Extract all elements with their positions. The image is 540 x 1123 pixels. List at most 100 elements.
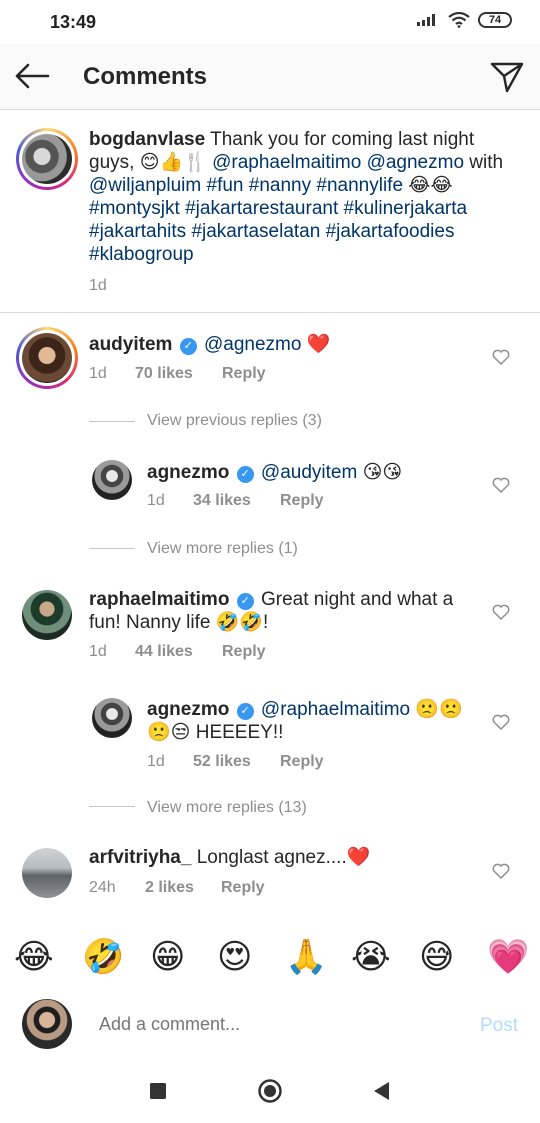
emoji-pray[interactable]: 🙏 xyxy=(285,932,327,982)
reply-button[interactable]: Reply xyxy=(222,365,266,383)
comment-likes[interactable]: 52 likes xyxy=(193,753,251,771)
emoji-quick-bar: 😂 🤣 😁 😍 🙏 😭 😅 💗 xyxy=(0,932,540,982)
comment-likes[interactable]: 34 likes xyxy=(193,492,251,510)
comment-time: 1d xyxy=(89,365,107,382)
comment-username[interactable]: arfvitriyha_ xyxy=(89,847,191,868)
comment-username[interactable]: raphaelmaitimo xyxy=(89,589,229,610)
comment-input[interactable] xyxy=(99,1014,419,1035)
direct-message-icon[interactable] xyxy=(490,61,524,93)
caption-tag[interactable]: #jakartaselatan xyxy=(191,221,320,242)
comment-composer: Post xyxy=(0,990,540,1060)
caption-time: 1d xyxy=(89,277,107,294)
caption-tag[interactable]: #jakartarestaurant xyxy=(185,198,338,219)
reply-button[interactable]: Reply xyxy=(280,492,324,510)
emoji-rofl[interactable]: 🤣 xyxy=(82,932,124,982)
comment-likes[interactable]: 2 likes xyxy=(145,879,194,897)
comment-body-cont: 🙁😒 HEEEEY!! xyxy=(147,722,284,743)
comment-mention[interactable]: @raphaelmaitimo xyxy=(261,699,410,720)
wifi-icon xyxy=(448,12,470,28)
recent-apps-icon[interactable] xyxy=(149,1082,167,1100)
verified-badge-icon: ✓ xyxy=(236,703,254,720)
avatar-arfvitriyha[interactable] xyxy=(22,848,72,898)
comment-username[interactable]: agnezmo xyxy=(147,462,229,483)
emoji-grin[interactable]: 😁 xyxy=(150,932,185,982)
divider xyxy=(0,312,540,313)
view-replies-line xyxy=(89,548,135,549)
comment-time: 24h xyxy=(89,879,116,896)
comment-arfvitriyha: arfvitriyha_ Longlast agnez....❤️ xyxy=(89,846,469,869)
status-time: 13:49 xyxy=(50,12,97,32)
avatar-agnezmo[interactable] xyxy=(92,460,132,500)
status-icons: 74 xyxy=(416,12,512,28)
verified-badge-icon: ✓ xyxy=(179,338,197,355)
caption-text-segment: with xyxy=(464,152,504,173)
caption-tag[interactable]: #montysjkt xyxy=(89,198,180,219)
status-bar: 13:49 74 xyxy=(0,0,540,44)
comment-time: 1d xyxy=(147,753,165,770)
avatar-raphaelmaitimo[interactable] xyxy=(22,590,72,640)
view-previous-replies[interactable]: View previous replies (3) xyxy=(147,412,322,430)
comment-likes[interactable]: 70 likes xyxy=(135,365,193,383)
verified-badge-icon: ✓ xyxy=(236,593,254,610)
comment-username[interactable]: audyitem xyxy=(89,334,172,355)
emoji-sweat-smile[interactable]: 😅 xyxy=(419,932,454,982)
caption-text-segment: 😂😂 xyxy=(403,175,453,196)
emoji-tears-of-joy[interactable]: 😂 xyxy=(14,932,54,982)
comment-time: 1d xyxy=(89,643,107,660)
system-nav-bar xyxy=(0,1060,540,1123)
reply-button[interactable]: Reply xyxy=(221,879,265,897)
post-button[interactable]: Post xyxy=(480,1015,518,1037)
avatar-current-user xyxy=(22,999,72,1049)
view-replies-line xyxy=(89,806,135,807)
comment-body: ❤️ xyxy=(301,334,331,355)
avatar-agnezmo[interactable] xyxy=(92,698,132,738)
page-title: Comments xyxy=(83,63,208,90)
comment-body-cont: fun! Nanny life 🤣🤣! xyxy=(89,612,269,633)
like-heart-icon[interactable] xyxy=(492,863,510,879)
reply-button[interactable]: Reply xyxy=(280,753,324,771)
view-more-replies[interactable]: View more replies (1) xyxy=(147,540,298,558)
caption-tag[interactable]: @wiljanpluim xyxy=(89,175,201,196)
post-caption: bogdanvlase Thank you for coming last ni… xyxy=(89,128,509,266)
comment-body: Longlast agnez....❤️ xyxy=(191,847,371,868)
avatar-audyitem[interactable] xyxy=(16,327,78,389)
caption-tag[interactable]: @raphaelmaitimo xyxy=(212,152,361,173)
caption-tag[interactable]: #klabogroup xyxy=(89,244,194,265)
emoji-growing-heart[interactable]: 💗 xyxy=(487,932,529,982)
reply-agnezmo-1: agnezmo ✓ @audyitem 😘😘 xyxy=(147,461,467,484)
caption-tag[interactable]: #jakartafoodies xyxy=(326,221,455,242)
comment-mention[interactable]: @audyitem xyxy=(261,462,357,483)
comment-likes[interactable]: 44 likes xyxy=(135,643,193,661)
verified-badge-icon: ✓ xyxy=(236,466,254,483)
caption-tag[interactable]: #jakartahits xyxy=(89,221,186,242)
caption-tag[interactable]: #nannylife xyxy=(316,175,403,196)
comment-username[interactable]: agnezmo xyxy=(147,699,229,720)
emoji-crying[interactable]: 😭 xyxy=(351,932,391,982)
like-heart-icon[interactable] xyxy=(492,477,510,493)
back-nav-icon[interactable] xyxy=(372,1081,390,1101)
view-more-replies[interactable]: View more replies (13) xyxy=(147,799,307,817)
caption-tag[interactable]: #kulinerjakarta xyxy=(344,198,468,219)
comment-audyitem: audyitem ✓ @agnezmo ❤️ xyxy=(89,333,469,356)
like-heart-icon[interactable] xyxy=(492,714,510,730)
comment-time: 1d xyxy=(147,492,165,509)
reply-agnezmo-2: agnezmo ✓ @raphaelmaitimo 🙁🙁 🙁😒 HEEEEY!! xyxy=(147,698,477,744)
header: Comments xyxy=(0,44,540,110)
caption-tag[interactable]: @agnezmo xyxy=(367,152,464,173)
caption-username[interactable]: bogdanvlase xyxy=(89,129,205,150)
comment-mention[interactable]: @agnezmo xyxy=(204,334,301,355)
comment-raphaelmaitimo: raphaelmaitimo ✓ Great night and what a … xyxy=(89,588,469,634)
avatar-bogdanvlase[interactable] xyxy=(16,128,78,190)
like-heart-icon[interactable] xyxy=(492,604,510,620)
comment-body: Great night and what a xyxy=(255,589,454,610)
comment-body: 🙁🙁 xyxy=(410,699,463,720)
battery-icon: 74 xyxy=(478,12,512,28)
caption-tag[interactable]: #nanny xyxy=(249,175,311,196)
home-icon[interactable] xyxy=(257,1078,283,1104)
signal-icon xyxy=(417,14,435,26)
reply-button[interactable]: Reply xyxy=(222,643,266,661)
emoji-heart-eyes[interactable]: 😍 xyxy=(217,932,252,982)
caption-tag[interactable]: #fun xyxy=(207,175,244,196)
like-heart-icon[interactable] xyxy=(492,349,510,365)
back-arrow-icon[interactable] xyxy=(14,62,50,90)
